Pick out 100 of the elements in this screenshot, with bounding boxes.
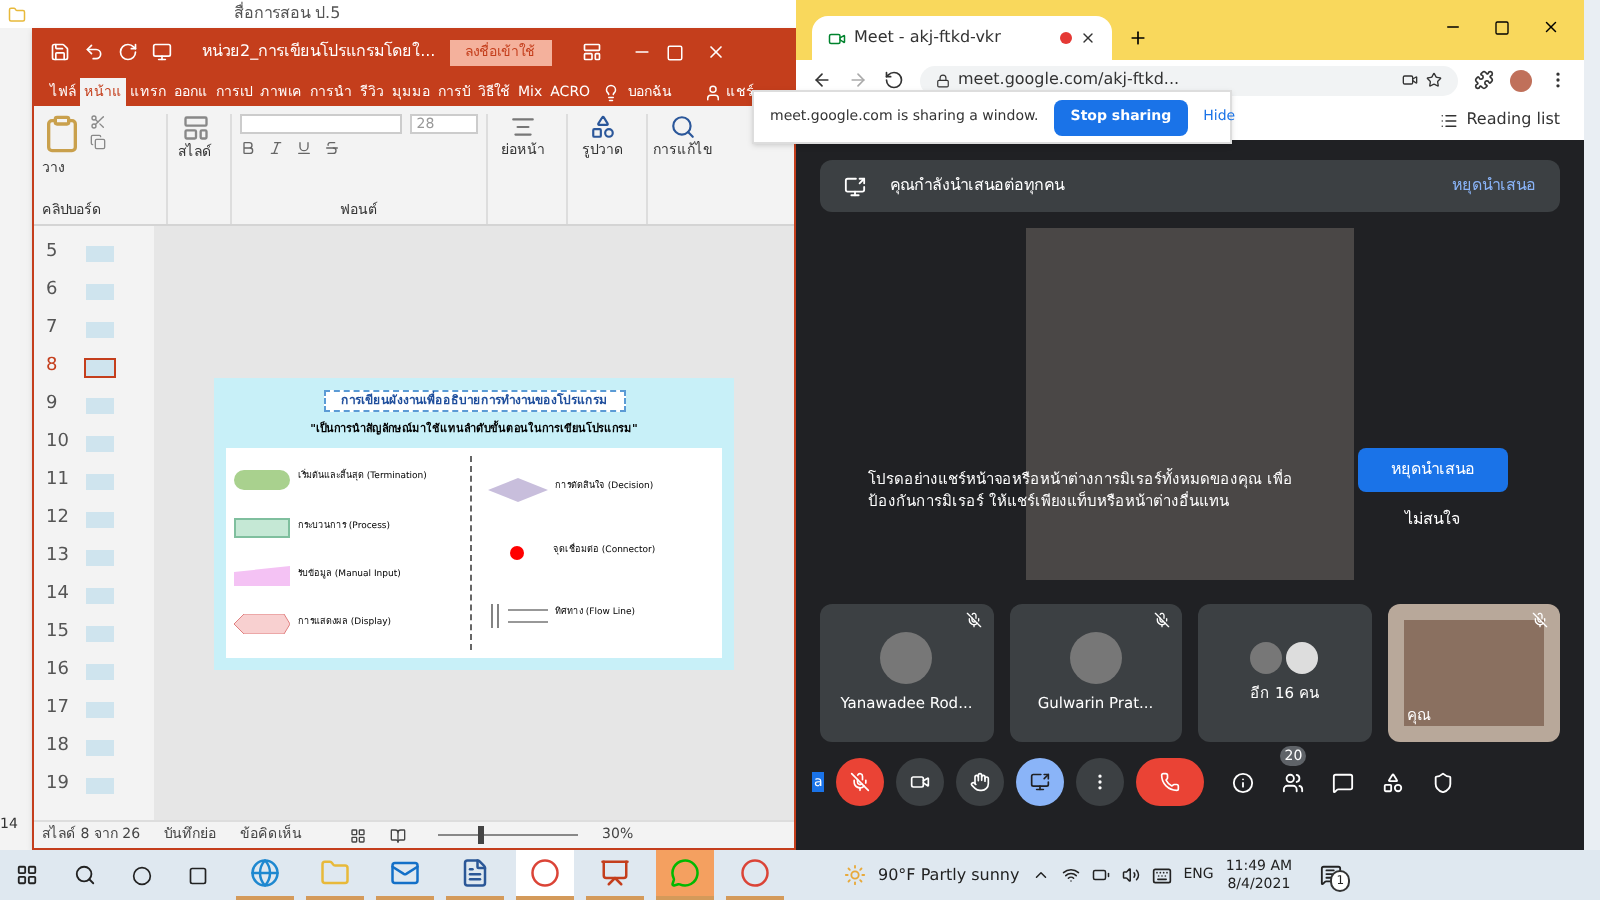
view-icon[interactable] — [350, 827, 367, 843]
slide-thumbnail[interactable]: 12 — [46, 500, 154, 538]
lock-icon — [936, 73, 950, 87]
bold-icon[interactable] — [240, 140, 256, 156]
activities-icon[interactable] — [1382, 771, 1405, 793]
reading-list-icon — [1440, 111, 1459, 129]
keyboard-icon[interactable] — [1151, 865, 1172, 885]
start-icon[interactable] — [16, 864, 38, 886]
camera-icon[interactable] — [1402, 72, 1418, 88]
presenter-icon[interactable] — [152, 42, 172, 62]
hand-icon — [970, 772, 991, 792]
explorer-app-icon — [320, 858, 350, 888]
cortana-icon[interactable] — [132, 865, 152, 885]
reload-icon[interactable] — [884, 70, 904, 90]
phone-icon — [1160, 772, 1181, 792]
raise-hand-button[interactable] — [956, 758, 1005, 806]
slide-thumbnail[interactable]: 11 — [46, 462, 154, 500]
slide-thumbnail[interactable]: 8 — [46, 348, 154, 386]
stop-presenting-button[interactable]: หยุดนำเสนอ — [1358, 448, 1508, 492]
tray-chevron-icon[interactable] — [1031, 866, 1050, 884]
presenting-message: คุณกำลังนำเสนอต่อทุกคน — [890, 174, 1067, 198]
info-icon[interactable] — [1232, 771, 1255, 793]
slide-thumbnail[interactable]: 7 — [46, 310, 154, 348]
flow-lines-drawing — [487, 603, 547, 628]
display-shape — [234, 614, 290, 635]
camera-icon — [910, 772, 931, 792]
terminator-shape — [234, 469, 290, 490]
browser-tab[interactable]: Meet - akj-ftkd-vkr — [812, 16, 1112, 60]
cut-icon[interactable] — [90, 114, 106, 130]
search-icon[interactable] — [670, 114, 696, 140]
explorer-title: สื่อการสอน ป.5 — [234, 2, 341, 26]
lightbulb-icon — [602, 84, 621, 102]
reading-view-icon[interactable] — [390, 827, 407, 843]
weather-icon — [844, 864, 866, 886]
slide-layout-icon[interactable] — [181, 114, 209, 142]
present-button[interactable] — [1016, 758, 1065, 806]
slide-thumbnail[interactable]: 15 — [46, 614, 154, 652]
battery-icon[interactable] — [1091, 866, 1110, 884]
mail-app-icon — [390, 858, 420, 888]
strikethrough-icon[interactable] — [324, 140, 340, 156]
slide-thumbnail[interactable]: 6 — [46, 272, 154, 310]
shapes-icon[interactable] — [590, 114, 616, 140]
powerpoint-app-icon — [600, 858, 630, 888]
close-tab-icon[interactable] — [1080, 30, 1096, 46]
mic-off-icon — [850, 772, 871, 792]
reading-list-button[interactable]: Reading list — [1466, 108, 1560, 132]
url-text: meet.google.com/akj-ftkd... — [958, 68, 1182, 92]
font-name-field[interactable] — [240, 114, 403, 134]
zoom-thumb[interactable] — [478, 826, 485, 844]
stop-presenting-link[interactable]: หยุดนำเสนอ — [1452, 174, 1536, 198]
slide-thumbnail[interactable]: 10 — [46, 424, 154, 462]
address-bar[interactable]: meet.google.com/akj-ftkd... — [920, 65, 1458, 95]
video-placeholder — [1403, 620, 1544, 726]
slide-thumbnail[interactable]: 14 — [46, 576, 154, 614]
task-view-icon[interactable] — [188, 865, 208, 885]
slide-thumbnail[interactable]: 9 — [46, 386, 154, 424]
volume-icon[interactable] — [1121, 866, 1140, 884]
ribbon-display-icon[interactable] — [581, 42, 602, 62]
slide-thumbnail[interactable]: 16 — [46, 652, 154, 690]
camera-button[interactable] — [896, 758, 945, 806]
search-icon[interactable] — [74, 864, 96, 886]
slide-thumbnail[interactable]: 5 — [46, 234, 154, 272]
italic-icon[interactable] — [268, 140, 284, 156]
process-shape — [234, 518, 290, 539]
slide-thumbnail[interactable]: 18 — [46, 728, 154, 766]
meet-logo-icon — [828, 29, 846, 47]
back-icon[interactable] — [812, 70, 832, 90]
present-screen-icon — [1030, 772, 1051, 792]
line-app-icon — [670, 858, 700, 888]
profile-avatar[interactable] — [1510, 69, 1532, 91]
network-icon[interactable] — [1061, 866, 1080, 884]
host-controls-icon[interactable] — [1432, 771, 1455, 793]
decision-shape — [487, 477, 547, 502]
new-tab-icon[interactable] — [1128, 28, 1148, 48]
slide-thumbnail[interactable]: 19 — [46, 766, 154, 804]
microphone-button[interactable] — [836, 758, 885, 806]
share-icon — [704, 84, 723, 102]
word-app-icon — [460, 858, 490, 888]
dismiss-button[interactable]: ไม่สนใจ — [1405, 508, 1461, 532]
manual-input-shape — [234, 566, 290, 587]
bookmark-star-icon[interactable] — [1426, 72, 1442, 88]
slide-thumbnail[interactable]: 17 — [46, 690, 154, 728]
chat-icon[interactable] — [1332, 771, 1355, 793]
undo-icon[interactable] — [84, 42, 104, 62]
slide-thumbnail[interactable]: 13 — [46, 538, 154, 576]
save-icon[interactable] — [50, 42, 70, 62]
people-icon[interactable] — [1282, 771, 1305, 793]
document-title: หน่วย2_การเขียนโปรแกรมโดยใ... — [202, 40, 436, 64]
maximize-icon[interactable] — [1494, 20, 1510, 36]
close-icon[interactable] — [1542, 18, 1560, 36]
folder-icon — [8, 5, 26, 23]
present-icon — [844, 175, 866, 197]
weather-text: 90°F Partly sunny — [878, 863, 1020, 887]
redo-icon[interactable] — [118, 42, 138, 62]
underline-icon[interactable] — [296, 140, 312, 156]
chrome-taskbar-button[interactable] — [516, 850, 574, 900]
copy-icon[interactable] — [90, 134, 106, 150]
extensions-icon[interactable] — [1474, 70, 1494, 90]
paragraph-icon[interactable] — [510, 114, 536, 140]
hang-up-button[interactable] — [1136, 758, 1205, 806]
